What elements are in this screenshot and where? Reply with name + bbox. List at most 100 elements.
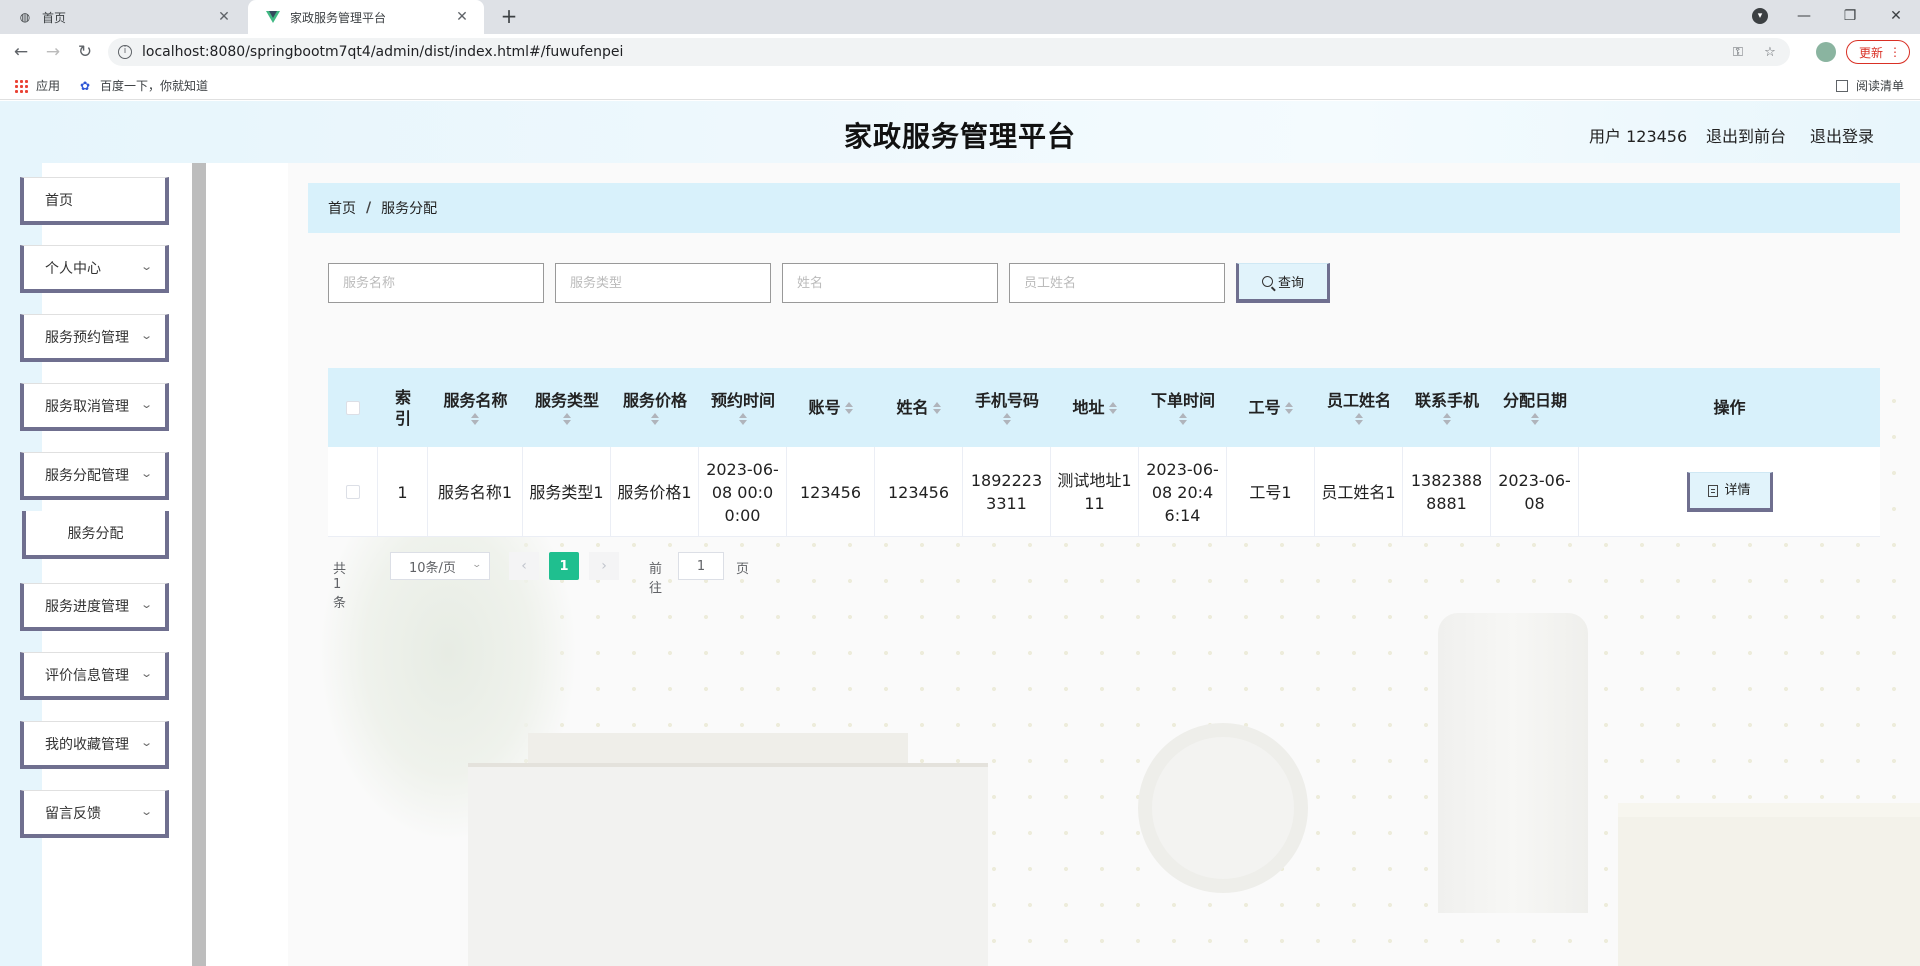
sort-caret-icon[interactable] [1530,413,1540,425]
chevron-down-icon: ⌄ [139,329,153,342]
sort-caret-icon[interactable] [1354,413,1364,425]
column-header[interactable]: 员工姓名 [1315,368,1403,447]
sidebar-item[interactable]: 服务进度管理 ⌄ [20,583,169,631]
column-header[interactable]: 联系手机 [1403,368,1491,447]
tab-search-icon[interactable]: ▾ [1752,8,1768,24]
service-name-input[interactable] [328,263,544,303]
column-header-label: 账号 [808,398,841,417]
column-header[interactable]: 服务类型 [523,368,611,447]
sort-caret-icon[interactable] [932,401,942,414]
column-header[interactable]: 分配日期 [1491,368,1579,447]
restore-button[interactable]: ❐ [1830,4,1870,28]
column-header-label: 地址 [1072,398,1105,417]
update-button[interactable]: 更新 ⋮ [1846,40,1910,64]
sort-caret-icon[interactable] [1002,413,1012,425]
breadcrumb-home[interactable]: 首页 [328,198,356,218]
column-header-label: 手机号码 [974,391,1039,410]
new-tab-button[interactable]: + [498,6,520,28]
sort-caret-icon[interactable] [562,413,572,425]
detail-button-label: 详情 [1724,483,1751,498]
row-checkbox[interactable] [345,485,360,499]
reload-icon[interactable]: ↻ [74,41,96,63]
sidebar-item[interactable]: 首页 [20,177,169,225]
column-header[interactable]: 下单时间 [1139,368,1227,447]
bookmark-baidu[interactable]: ✿ 百度一下，你就知道 [78,77,208,94]
chevron-down-icon: ⌄ [139,398,153,411]
info-icon[interactable]: i [118,45,132,59]
prev-page-button[interactable]: ‹ [509,552,539,580]
sort-caret-icon[interactable] [650,413,660,425]
sidebar-item[interactable]: 服务分配管理 ⌄ [20,452,169,500]
sidebar-item[interactable]: 我的收藏管理 ⌄ [20,721,169,769]
sidebar-item[interactable]: 评价信息管理 ⌄ [20,652,169,700]
browser-tab-active[interactable]: 家政服务管理平台 ✕ [248,0,484,34]
sidebar-item[interactable]: 个人中心 ⌄ [20,245,169,293]
column-header-label: 索 引 [394,387,411,428]
forward-arrow-icon[interactable]: → [42,41,64,63]
column-header[interactable]: 地址 [1051,368,1139,447]
sidebar-subitem[interactable]: 服务分配 [22,511,169,559]
close-icon[interactable]: ✕ [454,9,470,25]
bookmarks-bar: 应用 ✿ 百度一下，你就知道 阅读清单 [0,70,1920,100]
sidebar-item[interactable]: 留言反馈 ⌄ [20,790,169,838]
service-type-input[interactable] [555,263,771,303]
column-header[interactable]: 手机号码 [963,368,1051,447]
column-header[interactable]: 工号 [1227,368,1315,447]
logout-link[interactable]: 退出登录 [1810,123,1874,147]
back-arrow-icon[interactable]: ← [10,41,32,63]
sidebar-subitem-label: 服务分配 [67,526,124,542]
browser-tab-home[interactable]: ◍ 首页 ✕ [0,0,246,34]
sidebar-item[interactable]: 服务预约管理 ⌄ [20,314,169,362]
column-header[interactable]: 账号 [787,368,875,447]
back-to-front-link[interactable]: 退出到前台 [1706,123,1786,147]
window-close-button[interactable]: ✕ [1876,4,1916,28]
column-header[interactable]: 姓名 [875,368,963,447]
goto-page-input[interactable]: 1 [678,552,724,580]
sort-caret-icon[interactable] [1178,413,1188,425]
column-header-label: 分配日期 [1502,391,1567,410]
sort-caret-icon[interactable] [1442,413,1452,425]
background-shape [468,763,988,966]
profile-avatar[interactable] [1816,42,1836,62]
star-icon[interactable]: ☆ [1758,45,1782,60]
chevron-right-icon: › [601,558,607,574]
sort-caret-icon[interactable] [471,413,480,425]
reading-list[interactable]: 阅读清单 [1836,77,1904,94]
column-header[interactable]: 服务价格 [611,368,699,447]
column-header-label: 下单时间 [1150,391,1215,410]
url-text[interactable]: localhost:8080/springbootm7qt4/admin/dis… [142,44,1726,60]
next-page-button[interactable]: › [589,552,619,580]
current-page-button[interactable]: 1 [549,552,579,580]
page-size-select[interactable]: 10条/页 ⌄ [390,552,490,580]
app-header: 家政服务管理平台 用户 123456 退出到前台 退出登录 [0,101,1920,163]
search-button[interactable]: 查询 [1236,263,1330,303]
sidebar-item-label: 服务分配管理 [45,467,129,484]
sort-caret-icon[interactable] [844,401,854,414]
name-input[interactable] [782,263,998,303]
sort-caret-icon[interactable] [1284,401,1294,414]
sidebar-item[interactable]: 服务取消管理 ⌄ [20,383,169,431]
table-cell: 18922233311 [963,447,1051,537]
table-cell: 1 [378,447,428,537]
column-header[interactable]: 服务名称 [428,368,523,447]
minimize-button[interactable]: — [1784,4,1824,28]
sort-caret-icon[interactable] [1108,401,1118,414]
detail-button[interactable]: 详情 [1686,472,1773,512]
sidebar-item-label: 服务进度管理 [45,598,129,615]
close-icon[interactable]: ✕ [216,9,232,25]
column-header-label: 服务名称 [443,391,508,410]
table-cell: 2023-06-08 20:46:14 [1139,447,1227,537]
bookmark-apps[interactable]: 应用 [14,77,60,94]
search-icon [1261,276,1273,287]
chevron-down-icon: ⌄ [139,467,153,480]
sidebar-item-label: 服务取消管理 [45,398,129,415]
breadcrumb-current: 服务分配 [381,201,438,217]
key-icon[interactable]: ⚿ [1726,45,1750,60]
select-all-checkbox[interactable] [346,400,360,415]
staff-name-input[interactable] [1009,263,1225,303]
row-select-cell [328,447,378,537]
column-header[interactable]: 预约时间 [699,368,787,447]
sort-caret-icon[interactable] [738,413,748,425]
sidebar-item-label: 首页 [45,192,73,209]
url-omnibox[interactable]: i localhost:8080/springbootm7qt4/admin/d… [108,38,1790,66]
